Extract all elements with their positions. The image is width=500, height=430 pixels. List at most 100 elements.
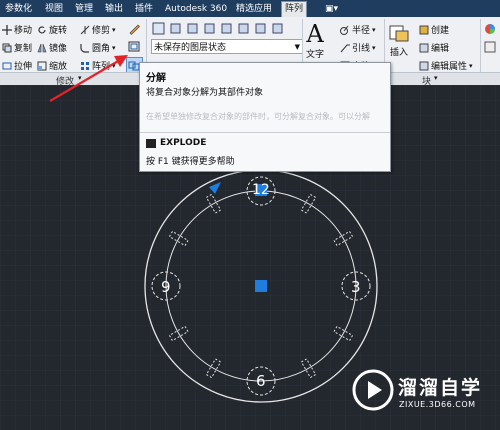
fillet-dropdown-icon[interactable]: ▾: [112, 44, 116, 52]
mirror-icon: [37, 43, 47, 52]
layer-current-icon[interactable]: [237, 22, 250, 35]
layer-off-icon[interactable]: [203, 22, 216, 35]
trim-dropdown-icon[interactable]: ▾: [112, 26, 116, 34]
watermark: 溜溜自学 ZIXUE.3D66.COM: [350, 365, 495, 421]
create-block-button[interactable]: 创建: [419, 23, 449, 36]
tooltip-divider: [140, 132, 390, 133]
layer-isolate-icon[interactable]: [169, 22, 182, 35]
scale-icon: [37, 61, 47, 70]
watermark-text: 溜溜自学: [398, 377, 483, 399]
tab-manage[interactable]: 管理: [72, 2, 96, 16]
array-button[interactable]: 阵列 ▾: [80, 59, 116, 72]
move-button[interactable]: 移动: [2, 23, 32, 36]
array-dropdown-icon[interactable]: ▾: [112, 62, 116, 70]
copy-icon: [2, 43, 12, 52]
edit-attr-button[interactable]: 编辑属性 ▾: [419, 59, 473, 72]
leader-button[interactable]: 引线 ▾: [340, 41, 376, 54]
layer-walk-icon[interactable]: [271, 22, 284, 35]
color-swatch[interactable]: [484, 23, 496, 35]
insert-block-icon: [389, 25, 409, 42]
trim-icon: [80, 25, 90, 34]
create-label: 创建: [431, 26, 450, 36]
move-icon: [2, 24, 12, 35]
move-label: 移动: [14, 26, 33, 36]
trim-label: 修剪: [92, 26, 111, 36]
fillet-button[interactable]: 圆角 ▾: [80, 41, 116, 54]
layer-props-icon[interactable]: [152, 22, 165, 35]
label-12: 12: [252, 182, 270, 198]
label-6: 6: [256, 372, 266, 390]
tab-extra[interactable]: ▣▾: [322, 2, 341, 16]
edit-block-icon: [419, 43, 429, 52]
tab-array[interactable]: 阵列: [281, 1, 308, 18]
tab-plugins[interactable]: 插件: [132, 2, 156, 16]
insert-block-button[interactable]: 插入: [388, 22, 410, 58]
block-panel-expand-icon[interactable]: ▾: [434, 74, 438, 82]
text-button[interactable]: A 文字: [306, 21, 324, 60]
layer-state-dropdown[interactable]: 未保存的图层状态 ▼: [151, 39, 303, 54]
fillet-label: 圆角: [92, 44, 111, 54]
text-label: 文字: [306, 50, 325, 60]
scale-button[interactable]: 缩放: [37, 59, 67, 72]
mirror-button[interactable]: 镜像: [37, 41, 67, 54]
scale-label: 缩放: [49, 62, 68, 72]
offset-button[interactable]: [128, 40, 141, 53]
layer-lock-icon[interactable]: [220, 22, 233, 35]
radius-dim-button[interactable]: 半径 ▾: [340, 23, 376, 36]
create-block-icon: [419, 25, 429, 34]
ribbon-tab-bar: 参数化 视图 管理 输出 插件 Autodesk 360 精选应用 阵列 ▣▾: [0, 0, 500, 18]
edit-attr-icon: [419, 61, 429, 70]
trim-button[interactable]: 修剪 ▾: [80, 23, 116, 36]
array-icon: [81, 61, 89, 70]
rotate-button[interactable]: 旋转: [37, 23, 67, 36]
watermark-logo-icon: [352, 369, 394, 411]
stretch-button[interactable]: 拉伸: [2, 59, 32, 72]
edit-attr-label: 编辑属性: [431, 62, 468, 72]
copy-label: 复制: [14, 44, 33, 54]
label-9: 9: [161, 278, 171, 296]
center-grip: [255, 280, 267, 292]
rotate-icon: [38, 25, 46, 33]
radius-icon: [340, 25, 349, 35]
layer-match-icon[interactable]: [254, 22, 267, 35]
tooltip-help: 按 F1 键获得更多帮助: [146, 157, 235, 167]
edit-attr-dropdown-icon[interactable]: ▾: [469, 62, 473, 70]
tab-output[interactable]: 输出: [102, 2, 126, 16]
edit-label: 编辑: [431, 44, 450, 54]
radius-dropdown-icon[interactable]: ▾: [372, 26, 376, 34]
tooltip-command: EXPLODE: [160, 138, 207, 148]
tooltip-description: 将复合对象分解为其部件对象: [146, 88, 264, 98]
copy-button[interactable]: 复制: [2, 41, 32, 54]
modify-panel-expand-icon[interactable]: ▾: [78, 74, 82, 82]
watermark-url: ZIXUE.3D66.COM: [399, 400, 476, 409]
explode-tooltip: 分解 将复合对象分解为其部件对象 在希望单独修改复合对象的部件时，可分解复合对象…: [139, 62, 391, 172]
pencil-icon: [129, 24, 140, 35]
command-icon: [146, 139, 156, 148]
offset-icon: [128, 41, 140, 52]
stretch-icon: [2, 62, 12, 69]
fillet-icon: [80, 43, 89, 53]
stretch-label: 拉伸: [14, 62, 33, 72]
match-props-button[interactable]: [484, 41, 496, 53]
tab-parametric[interactable]: 参数化: [2, 2, 35, 16]
tab-autodesk360[interactable]: Autodesk 360: [162, 2, 230, 16]
match-props-icon: [484, 41, 496, 53]
radius-label: 半径: [352, 26, 371, 36]
array-label: 阵列: [92, 62, 111, 72]
layer-freeze-icon[interactable]: [186, 22, 199, 35]
leader-dropdown-icon[interactable]: ▾: [372, 44, 376, 52]
insert-label: 插入: [389, 48, 408, 58]
label-3: 3: [351, 278, 361, 296]
text-a-icon: A: [306, 20, 324, 48]
chevron-down-icon: ▼: [294, 42, 300, 51]
erase-button[interactable]: [128, 22, 141, 35]
rotate-label: 旋转: [49, 26, 68, 36]
leader-label: 引线: [352, 44, 371, 54]
layer-state-label: 未保存的图层状态: [154, 43, 227, 53]
tab-view[interactable]: 视图: [42, 2, 66, 16]
color-wheel-icon: [485, 24, 495, 34]
tooltip-faded-text: 在希望单独修改复合对象的部件时，可分解复合对象。可以分解: [146, 112, 370, 121]
edit-block-button[interactable]: 编辑: [419, 41, 449, 54]
tooltip-title: 分解: [146, 73, 166, 84]
tab-featured-apps[interactable]: 精选应用: [233, 2, 275, 16]
